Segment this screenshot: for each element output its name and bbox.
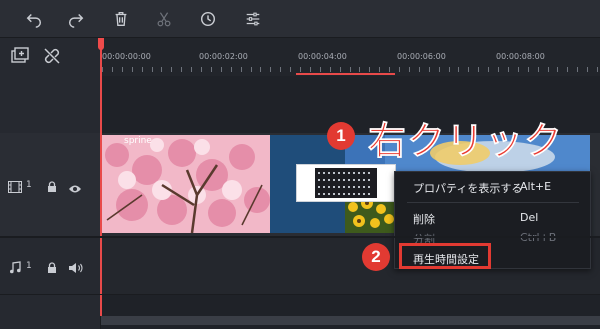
- ruler-tick: [517, 67, 519, 72]
- timeline-ruler[interactable]: 00:00:00:00 00:00:02:00 00:00:04:00 00:0…: [101, 38, 600, 76]
- audio-track-header: 1: [0, 238, 100, 294]
- ruler-tick: [408, 67, 410, 72]
- video-track-number: 1: [26, 180, 32, 190]
- ruler-tick: [468, 67, 470, 72]
- ruler-tick: [438, 67, 440, 72]
- ruler-tick: [369, 67, 371, 72]
- menu-shortcut: Alt+E: [520, 180, 552, 193]
- ruler-label: 00:00:06:00: [397, 52, 446, 61]
- sakura-thumbnail: [102, 135, 270, 233]
- horizontal-scrollbar[interactable]: [101, 316, 600, 325]
- ruler-tick: [210, 67, 212, 72]
- ruler-tick: [389, 67, 391, 72]
- ruler-tick: [349, 67, 351, 72]
- undo-icon[interactable]: [23, 8, 45, 30]
- cut-icon: [153, 8, 175, 30]
- ruler-tick: [280, 67, 282, 72]
- ruler-tick: [171, 67, 173, 72]
- track-divider: [0, 294, 600, 295]
- ruler-tick: [577, 67, 579, 72]
- annotation-right-click: 右クリック: [368, 119, 564, 164]
- ruler-tick: [488, 67, 490, 72]
- ruler-tick: [250, 67, 252, 72]
- speaker-icon[interactable]: [68, 259, 84, 273]
- video-track-header: 1: [0, 133, 100, 236]
- step-badge-2: 2: [362, 243, 390, 271]
- playhead-line[interactable]: [100, 38, 102, 316]
- ruler-label: 00:00:00:00: [102, 52, 151, 61]
- ruler-tick: [161, 67, 163, 72]
- ruler-tick: [309, 67, 311, 72]
- menu-shortcut: Del: [520, 211, 539, 224]
- ruler-tick: [240, 67, 242, 72]
- ruler-tick: [527, 67, 529, 72]
- ruler-tick: [339, 67, 341, 72]
- ruler-tick: [290, 67, 292, 72]
- ruler-tick: [399, 67, 400, 72]
- ruler-tick: [547, 67, 549, 72]
- ruler-tick: [587, 67, 589, 72]
- ruler-tick: [220, 67, 222, 72]
- selected-clip-thumbnail[interactable]: [296, 164, 396, 202]
- ruler-tick: [102, 67, 103, 72]
- ruler-tick: [537, 67, 539, 72]
- ruler-tick: [498, 67, 499, 72]
- lock-icon[interactable]: [46, 178, 58, 192]
- ruler-tick: [478, 67, 480, 72]
- thumbnail-pattern: [315, 168, 377, 198]
- redo-icon[interactable]: [65, 8, 87, 30]
- ruler-tick: [597, 67, 598, 72]
- menu-item-properties[interactable]: プロパティを表示する: [413, 180, 522, 196]
- ruler-tick: [359, 67, 361, 72]
- ruler-tick: [260, 67, 262, 72]
- delete-icon[interactable]: [110, 8, 132, 30]
- ruler-tick: [428, 67, 430, 72]
- duration-icon[interactable]: [197, 8, 219, 30]
- film-icon: [8, 178, 22, 193]
- ruler-tick: [507, 67, 509, 72]
- ruler-tick: [458, 67, 460, 72]
- ruler-tick: [319, 67, 321, 72]
- ruler-tick: [181, 67, 183, 72]
- range-marker: [296, 73, 395, 75]
- ruler-tick: [329, 67, 331, 72]
- ruler-tick: [230, 67, 232, 72]
- ruler-label: 00:00:04:00: [298, 52, 347, 61]
- menu-item-delete[interactable]: 削除: [413, 211, 435, 227]
- ruler-tick: [191, 67, 193, 72]
- track-divider: [0, 236, 600, 238]
- ruler-tick: [151, 67, 153, 72]
- highlight-box: [399, 243, 491, 269]
- add-track-icon[interactable]: [10, 46, 30, 66]
- ruler-label: 00:00:02:00: [199, 52, 248, 61]
- ruler-label: 00:00:08:00: [496, 52, 545, 61]
- step-badge-1: 1: [327, 122, 355, 150]
- audio-track-number: 1: [26, 261, 32, 271]
- ruler-tick: [379, 67, 381, 72]
- toolbar: [0, 0, 600, 38]
- ruler-tick: [557, 67, 559, 72]
- ruler-tick: [121, 67, 123, 72]
- eye-icon[interactable]: [68, 179, 82, 193]
- video-clip-sakura[interactable]: sprine: [102, 135, 270, 233]
- unlink-icon[interactable]: [42, 46, 62, 66]
- ruler-tick: [111, 67, 113, 72]
- menu-divider: [407, 202, 579, 203]
- ruler-tick: [201, 67, 202, 72]
- ruler-tick: [141, 67, 143, 72]
- adjust-icon[interactable]: [242, 8, 264, 30]
- clip-title: sprine: [124, 136, 152, 146]
- ruler-tick: [567, 67, 569, 72]
- ruler-tick: [131, 67, 133, 72]
- ruler-tick: [418, 67, 420, 72]
- music-note-icon: [9, 259, 21, 274]
- ruler-tick: [270, 67, 272, 72]
- ruler-tick: [300, 67, 301, 72]
- lock-icon[interactable]: [46, 259, 58, 273]
- playhead-handle[interactable]: [98, 38, 104, 50]
- ruler-tick: [448, 67, 450, 72]
